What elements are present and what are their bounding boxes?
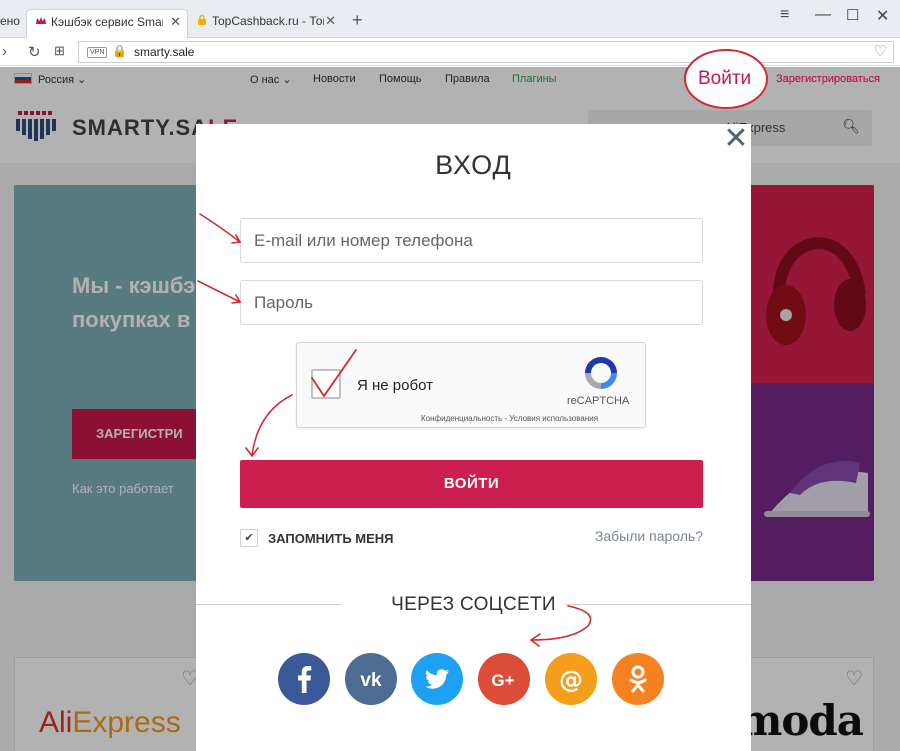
recaptcha-checkbox[interactable] (311, 369, 341, 399)
new-tab-icon[interactable]: + (352, 10, 363, 31)
url-text[interactable]: smarty.sale (134, 45, 194, 59)
tab-label: TopCashback.ru - Топ лучших (212, 14, 324, 28)
url-field[interactable]: VPN 🔒 smarty.sale ♡ (78, 41, 894, 63)
recaptcha-brand: reCAPTCHA (567, 395, 630, 407)
forward-icon[interactable]: › (2, 43, 7, 60)
speed-dial-icon[interactable]: ⊞ (54, 43, 65, 59)
password-field[interactable] (240, 280, 703, 325)
google-plus-icon: G+ (491, 671, 514, 690)
odnoklassniki-login-button[interactable] (612, 653, 664, 705)
vk-login-button[interactable]: vk (345, 653, 397, 705)
recaptcha-widget: Я не робот reCAPTCHA Конфиденциальность … (296, 342, 646, 428)
lock-favicon-icon (198, 14, 206, 25)
remember-checkbox[interactable]: ✔ (240, 529, 258, 547)
tab-label: Кэшбэк сервис Smarty.Sale (51, 15, 163, 29)
tab-label: ено (0, 14, 20, 28)
secure-lock-icon[interactable]: 🔒 (112, 44, 127, 58)
forgot-password-link[interactable]: Забыли пароль? (595, 528, 703, 544)
vk-icon: vk (360, 670, 382, 691)
register-link-highlight[interactable]: Зарегистрироваться (776, 73, 880, 85)
close-window-icon[interactable]: ✕ (876, 6, 889, 26)
email-field[interactable] (240, 218, 703, 263)
browser-tab-smarty[interactable]: Кэшбэк сервис Smarty.Sale ✕ (26, 9, 188, 38)
minimize-icon[interactable]: — (815, 6, 831, 24)
svg-text:@: @ (559, 666, 583, 694)
reload-icon[interactable]: ↻ (28, 43, 41, 61)
odnoklassniki-icon (629, 665, 647, 693)
modal-title: ВХОД (435, 150, 512, 180)
mail-ru-at-icon: @ (559, 666, 583, 694)
browser-tab-previous[interactable]: ено (0, 9, 24, 38)
address-bar: › ↻ ⊞ VPN 🔒 smarty.sale ♡ (0, 38, 900, 66)
recaptcha-label: Я не робот (357, 377, 433, 394)
vpn-badge[interactable]: VPN (87, 47, 108, 58)
browser-tab-bar: ено Кэшбэк сервис Smarty.Sale ✕ TopCashb… (0, 0, 900, 38)
bookmark-heart-icon[interactable]: ♡ (874, 42, 887, 60)
browser-tab-topcashback[interactable]: TopCashback.ru - Топ лучших ✕ (192, 9, 342, 38)
social-login-title: ЧЕРЕЗ СОЦСЕТИ (391, 594, 556, 615)
recaptcha-terms-link[interactable]: Конфиденциальность - Условия использован… (421, 414, 598, 423)
facebook-icon (298, 666, 312, 693)
twitter-login-button[interactable] (411, 653, 463, 705)
mail-ru-login-button[interactable]: @ (545, 653, 597, 705)
google-plus-login-button[interactable]: G+ (478, 653, 530, 705)
recaptcha-logo-icon (585, 357, 617, 389)
close-tab-icon[interactable]: ✕ (325, 9, 336, 33)
twitter-icon (425, 669, 449, 689)
close-tab-icon[interactable]: ✕ (170, 10, 181, 34)
svg-text:G+: G+ (491, 671, 514, 690)
maximize-icon[interactable]: ☐ (846, 6, 859, 24)
remember-label: ЗАПОМНИТЬ МЕНЯ (268, 531, 394, 546)
svg-text:vk: vk (360, 670, 382, 691)
login-link-highlight[interactable]: Войти (698, 68, 751, 90)
login-modal: ✕ ВХОД Я не робот reCAPTCHA Конфиденциал… (196, 124, 751, 751)
downloads-menu-icon[interactable]: ≡ (780, 6, 789, 24)
facebook-login-button[interactable] (278, 653, 330, 705)
crown-icon (36, 17, 46, 24)
login-submit-button[interactable]: ВОЙТИ (240, 460, 703, 508)
